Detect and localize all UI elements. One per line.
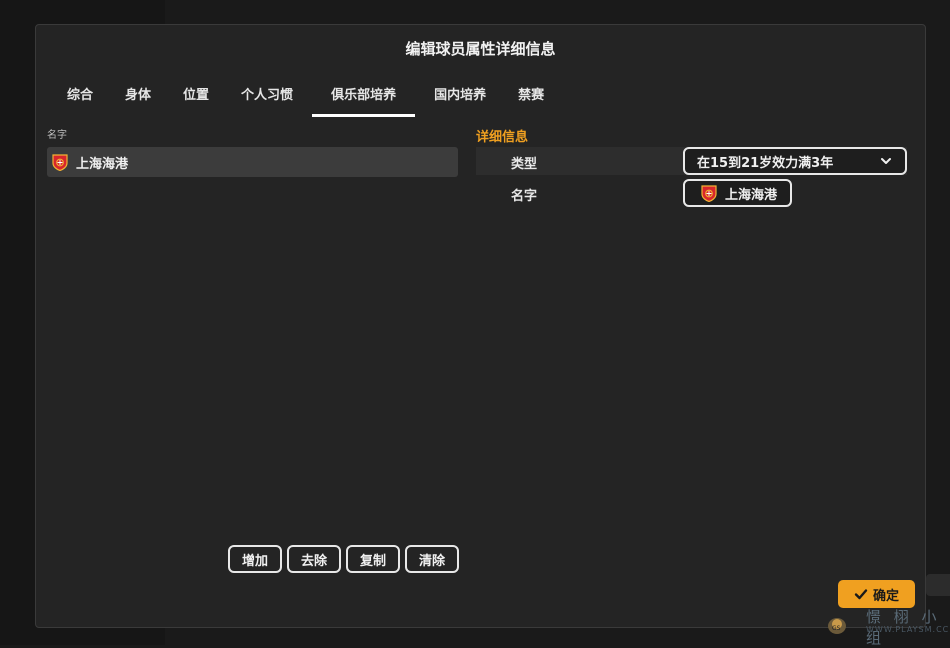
dialog-title: 编辑球员属性详细信息 — [405, 40, 556, 58]
tab-bar: 综合 身体 位置 个人习惯 俱乐部培养 国内培养 禁赛 — [54, 83, 563, 117]
club-name-button[interactable]: 上海海港 — [683, 179, 793, 207]
copy-button[interactable]: 复制 — [346, 545, 400, 573]
tab-nation-trained[interactable]: 国内培养 — [421, 83, 499, 117]
chevron-down-icon — [881, 158, 891, 164]
clear-button[interactable]: 清除 — [405, 545, 459, 573]
remove-button[interactable]: 去除 — [287, 545, 341, 573]
tab-positions[interactable]: 位置 — [170, 83, 222, 117]
tab-physical[interactable]: 身体 — [112, 83, 164, 117]
type-label: 类型 — [511, 157, 538, 172]
type-dropdown[interactable]: 在15到21岁效力满3年 — [683, 147, 907, 175]
mascot-logo-icon: GS — [828, 618, 846, 634]
club-crest-icon — [701, 184, 717, 202]
tab-club-trained[interactable]: 俱乐部培养 — [312, 83, 416, 117]
add-button[interactable]: 增加 — [228, 545, 282, 573]
side-panel-handle — [926, 574, 950, 596]
detail-row-name: 名字 上海海港 — [476, 179, 907, 207]
club-name-value: 上海海港 — [725, 187, 778, 203]
detail-row-type: 类型 在15到21岁效力满3年 — [476, 147, 907, 175]
edit-player-attributes-dialog: 编辑球员属性详细信息 综合 身体 位置 个人习惯 俱乐部培养 国内培养 禁赛 名… — [35, 24, 926, 628]
tab-bans[interactable]: 禁赛 — [505, 83, 557, 117]
type-dropdown-value: 在15到21岁效力满3年 — [697, 155, 834, 171]
watermark-url: WWW.PLAYSM.CC — [866, 625, 950, 634]
tab-general[interactable]: 综合 — [54, 83, 106, 117]
list-item[interactable]: 上海海港 — [47, 147, 458, 177]
list-item-label: 上海海港 — [76, 156, 129, 172]
tab-habits[interactable]: 个人习惯 — [228, 83, 306, 117]
details-header: 详细信息 — [476, 130, 529, 145]
club-crest-icon — [52, 153, 68, 171]
action-buttons: 增加 去除 复制 清除 — [228, 545, 464, 573]
check-icon — [854, 589, 868, 600]
name-column-header: 名字 — [47, 130, 67, 141]
confirm-label: 确定 — [872, 588, 899, 604]
svg-text:GS: GS — [832, 625, 841, 632]
watermark: GS 憬 栩 小 组 WWW.PLAYSM.CC — [820, 604, 950, 647]
name-label: 名字 — [511, 189, 538, 204]
